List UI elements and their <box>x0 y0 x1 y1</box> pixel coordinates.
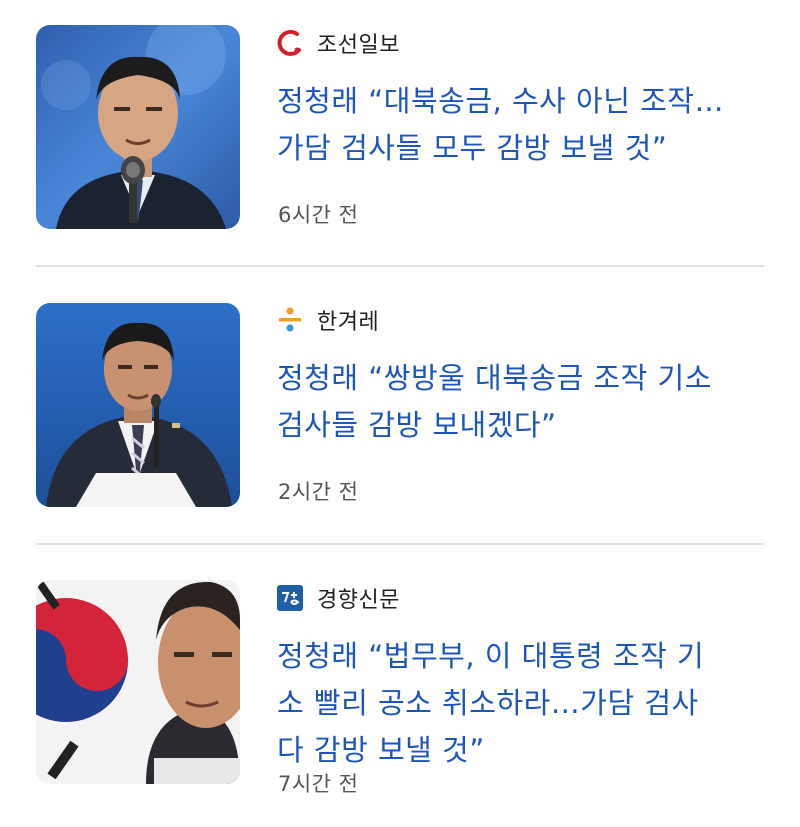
headline-line: 정청래 “법무부, 이 대통령 조작 기 <box>277 639 705 673</box>
article-time: 6시간 전 <box>278 203 359 227</box>
speaker-photo <box>36 25 240 229</box>
speaker-photo <box>36 580 240 784</box>
chosun-logo-icon <box>277 29 303 56</box>
source-name: 조선일보 <box>317 33 400 58</box>
article-time: 7시간 전 <box>278 772 359 796</box>
headline-line: 정청래 “대북송금, 수사 아닌 조작… <box>277 84 724 118</box>
source-name: 경향신문 <box>317 588 400 613</box>
headline-line: 검사들 감방 보내겠다” <box>277 408 557 442</box>
news-feed: 조선일보 정청래 “대북송금, 수사 아닌 조작… 가담 검사들 모두 감방 보… <box>0 0 800 827</box>
headline-line: 다 감방 보낼 것” <box>277 733 485 767</box>
news-source[interactable]: 조선일보 <box>277 28 400 58</box>
news-source[interactable]: 한겨레 <box>277 305 379 335</box>
hankyoreh-logo-icon <box>277 307 303 333</box>
article-thumbnail[interactable] <box>36 25 240 229</box>
source-name: 한겨레 <box>317 310 380 335</box>
headline-line: 가담 검사들 모두 감방 보낼 것” <box>277 131 668 165</box>
divider <box>36 543 764 545</box>
kyunghyang-logo-icon <box>277 585 303 611</box>
article-headline[interactable]: 정청래 “법무부, 이 대통령 조작 기 소 빨리 공소 취소하라…가담 검사 … <box>277 633 767 774</box>
headline-line: 소 빨리 공소 취소하라…가담 검사 <box>277 686 699 720</box>
article-headline[interactable]: 정청래 “쌍방울 대북송금 조작 기소 검사들 감방 보내겠다” <box>277 355 767 449</box>
headline-line: 정청래 “쌍방울 대북송금 조작 기소 <box>277 361 712 395</box>
article-headline[interactable]: 정청래 “대북송금, 수사 아닌 조작… 가담 검사들 모두 감방 보낼 것” <box>277 78 767 172</box>
news-source[interactable]: 경향신문 <box>277 583 400 613</box>
article-thumbnail[interactable] <box>36 303 240 507</box>
divider <box>36 265 764 267</box>
article-thumbnail[interactable] <box>36 580 240 784</box>
speaker-photo <box>36 303 240 507</box>
article-time: 2시간 전 <box>278 480 359 504</box>
